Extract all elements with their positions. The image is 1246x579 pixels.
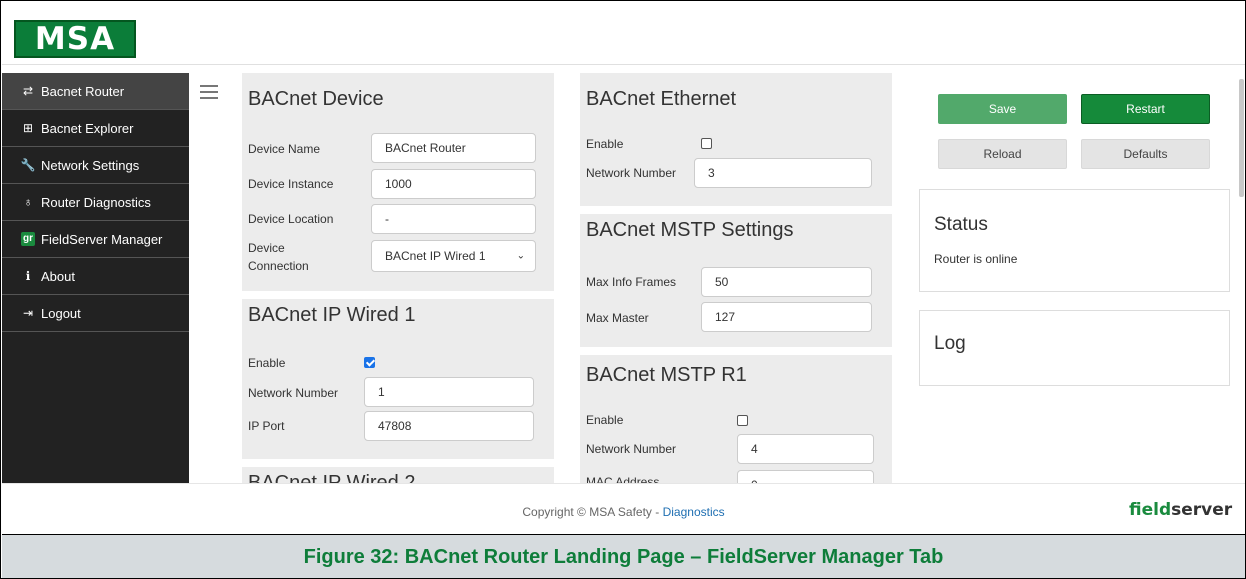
- scrollbar[interactable]: [1239, 79, 1244, 197]
- device-location-input[interactable]: -: [371, 204, 536, 234]
- sidebar-item-bacnet-router[interactable]: ⇄ Bacnet Router: [2, 73, 189, 110]
- network-number-input[interactable]: 4: [737, 434, 874, 464]
- network-number-input[interactable]: 3: [694, 158, 872, 188]
- defaults-button[interactable]: Defaults: [1081, 139, 1210, 169]
- sidebar-item-fieldserver-manager[interactable]: gr FieldServer Manager: [2, 221, 189, 258]
- bacnet-device-panel: BACnet Device Device Name BACnet Router …: [242, 73, 554, 291]
- msa-logo: MSA: [14, 20, 136, 58]
- save-button[interactable]: Save: [938, 94, 1067, 124]
- network-number-label: Network Number: [248, 386, 339, 400]
- mac-address-input[interactable]: 0: [737, 470, 874, 483]
- sidebar-item-label: FieldServer Manager: [41, 231, 163, 247]
- sidebar-item-label: Router Diagnostics: [41, 194, 151, 210]
- max-master-input[interactable]: 127: [701, 302, 872, 332]
- sidebar-item-label: Logout: [41, 305, 81, 321]
- max-master-label: Max Master: [586, 311, 649, 325]
- chevron-down-icon: ⌄: [516, 250, 525, 262]
- restart-button[interactable]: Restart: [1081, 94, 1210, 124]
- document-frame: MSA ⇄ Bacnet Router ⊞ Bacnet Explorer 🔧 …: [0, 0, 1246, 579]
- sidebar-item-bacnet-explorer[interactable]: ⊞ Bacnet Explorer: [2, 110, 189, 147]
- arrows-exchange-icon: ⇄: [22, 84, 34, 98]
- network-number-label: Network Number: [586, 166, 677, 180]
- device-connection-label: Device: [248, 241, 285, 255]
- network-number-input[interactable]: 1: [364, 377, 534, 407]
- enable-checkbox[interactable]: [701, 138, 712, 149]
- enable-checkbox[interactable]: [737, 415, 748, 426]
- copyright-text: Copyright © MSA Safety - Diagnostics: [2, 505, 1245, 519]
- device-instance-label: Device Instance: [248, 177, 334, 191]
- sidebar-item-label: Bacnet Explorer: [41, 120, 134, 136]
- sidebar-item-router-diagnostics[interactable]: ♁ Router Diagnostics: [2, 184, 189, 221]
- sidebar-item-label: Bacnet Router: [41, 83, 125, 99]
- status-box: Status Router is online: [919, 189, 1230, 292]
- panel-title: BACnet IP Wired 1: [248, 304, 416, 326]
- panel-title: BACnet Ethernet: [586, 88, 737, 110]
- device-connection-select[interactable]: BACnet IP Wired 1 ⌄: [371, 240, 536, 272]
- diagnostics-link[interactable]: Diagnostics: [663, 505, 725, 519]
- panel-title: BACnet MSTP Settings: [586, 219, 794, 241]
- panel-title: BACnet IP Wired 2: [248, 472, 416, 483]
- sitemap-icon: ⊞: [22, 121, 34, 135]
- sidebar-item-label: Network Settings: [41, 157, 140, 173]
- bacnet-ip-wired-1-panel: BACnet IP Wired 1 Enable Network Number …: [242, 299, 554, 459]
- log-box: Log: [919, 310, 1230, 386]
- copyright-label: Copyright © MSA Safety -: [522, 505, 663, 519]
- gr-badge-icon: gr: [21, 232, 35, 246]
- sidebar-item-logout[interactable]: ⇥ Logout: [2, 295, 189, 332]
- enable-label: Enable: [586, 413, 624, 427]
- status-text: Router is online: [934, 252, 1018, 266]
- bacnet-mstp-settings-panel: BACnet MSTP Settings Max Info Frames 50 …: [580, 214, 892, 347]
- fieldserver-logo: fieldserver: [1129, 500, 1233, 520]
- device-name-label: Device Name: [248, 142, 321, 156]
- max-info-frames-label: Max Info Frames: [586, 275, 677, 289]
- bacnet-mstp-r1-panel: BACnet MSTP R1 Enable Network Number 4 M…: [580, 355, 892, 483]
- bacnet-ethernet-panel: BACnet Ethernet Enable Network Number 3: [580, 73, 892, 206]
- sign-out-icon: ⇥: [22, 306, 34, 320]
- wrench-icon: 🔧: [20, 158, 36, 172]
- device-location-label: Device Location: [248, 212, 334, 226]
- device-connection-label-line2: Connection: [248, 259, 309, 273]
- reload-button[interactable]: Reload: [938, 139, 1067, 169]
- sidebar: ⇄ Bacnet Router ⊞ Bacnet Explorer 🔧 Netw…: [2, 73, 189, 483]
- enable-checkbox[interactable]: [364, 357, 375, 368]
- log-title: Log: [934, 333, 966, 354]
- device-name-input[interactable]: BACnet Router: [371, 133, 536, 163]
- bacnet-ip-wired-2-panel: BACnet IP Wired 2: [242, 467, 554, 483]
- footer: Copyright © MSA Safety - Diagnostics fie…: [2, 483, 1245, 533]
- hamburger-menu-icon[interactable]: [200, 85, 218, 99]
- ip-port-input[interactable]: 47808: [364, 411, 534, 441]
- max-info-frames-input[interactable]: 50: [701, 267, 872, 297]
- network-number-label: Network Number: [586, 442, 677, 456]
- info-circle-icon: ℹ: [25, 269, 31, 283]
- status-title: Status: [934, 214, 988, 235]
- sidebar-item-about[interactable]: ℹ About: [2, 258, 189, 295]
- enable-label: Enable: [248, 356, 286, 370]
- device-instance-input[interactable]: 1000: [371, 169, 536, 199]
- sidebar-item-network-settings[interactable]: 🔧 Network Settings: [2, 147, 189, 184]
- top-bar: MSA: [2, 2, 1245, 65]
- sidebar-item-label: About: [41, 268, 75, 284]
- ip-port-label: IP Port: [248, 419, 285, 433]
- panel-title: BACnet Device: [248, 88, 384, 110]
- select-value: BACnet IP Wired 1: [385, 249, 486, 263]
- panel-title: BACnet MSTP R1: [586, 364, 747, 386]
- enable-label: Enable: [586, 137, 624, 151]
- figure-caption: Figure 32: BACnet Router Landing Page – …: [2, 534, 1245, 578]
- mac-address-label: MAC Address: [586, 475, 660, 483]
- stethoscope-icon: ♁: [23, 195, 33, 209]
